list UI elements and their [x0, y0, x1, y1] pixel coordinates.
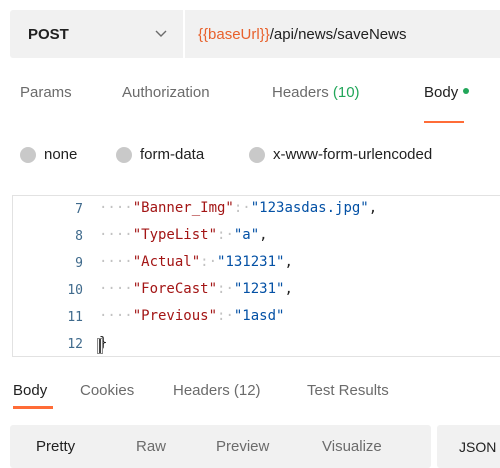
- indent-whitespace: ····: [99, 200, 133, 216]
- tab-body-label: Body: [424, 84, 459, 101]
- url-variable: {{baseUrl}}: [198, 25, 270, 43]
- view-pretty-button[interactable]: Pretty: [36, 425, 75, 468]
- radio-form-data-label: form-data: [140, 146, 205, 163]
- indent-whitespace: ····: [99, 281, 133, 297]
- tab-authorization[interactable]: Authorization: [122, 84, 210, 101]
- active-tab-indicator: [424, 121, 464, 123]
- request-tabs: Params Authorization Headers (10) Body: [0, 84, 500, 124]
- json-punctuation: ,: [284, 281, 293, 297]
- tab-headers-count: (10): [332, 84, 360, 101]
- response-tab-body[interactable]: Body: [13, 382, 47, 399]
- radio-none-label: none: [44, 146, 78, 163]
- view-visualize-button[interactable]: Visualize: [322, 425, 382, 468]
- radio-form-data[interactable]: form-data: [116, 146, 204, 163]
- body-type-options: none form-data x-www-form-urlencoded: [0, 140, 500, 174]
- json-separator: :·: [233, 200, 251, 216]
- code-line: ····"Actual":·"131231",: [99, 254, 293, 270]
- response-tab-headers[interactable]: Headers (12): [173, 382, 261, 399]
- json-key: "ForeCast": [132, 281, 218, 297]
- line-number: 8: [75, 229, 83, 244]
- line-number: 10: [67, 283, 83, 298]
- code-line: ····"ForeCast":·"1231",: [99, 281, 293, 297]
- code-line: ····"Previous":·"1asd": [99, 308, 284, 324]
- line-number: 12: [67, 337, 83, 352]
- code-line: ····"TypeList":·"a",: [99, 227, 268, 243]
- radio-urlencoded[interactable]: x-www-form-urlencoded: [249, 146, 432, 163]
- radio-circle-icon: [116, 146, 132, 163]
- indent-whitespace: ····: [99, 227, 133, 243]
- method-label: POST: [28, 25, 69, 43]
- response-active-tab-indicator: [13, 406, 53, 409]
- radio-none[interactable]: none: [20, 146, 77, 163]
- view-mode-bar: Pretty Raw Preview Visualize: [10, 425, 431, 468]
- line-number: 7: [75, 202, 83, 217]
- line-number-gutter: 7 8 9 10 11 12: [13, 196, 93, 356]
- json-separator: :·: [200, 254, 218, 270]
- request-url-bar: POST {{baseUrl}}/api/news/saveNews: [10, 10, 500, 58]
- json-key: "Banner_Img": [132, 200, 234, 216]
- format-select[interactable]: JSON: [437, 425, 500, 468]
- url-path: /api/news/saveNews: [269, 25, 407, 43]
- radio-circle-icon: [20, 146, 36, 163]
- view-preview-button[interactable]: Preview: [216, 425, 269, 468]
- json-value: "131231": [217, 254, 285, 270]
- body-code-editor[interactable]: 7 8 9 10 11 12 ····"Banner_Img":·"123asd…: [12, 195, 500, 357]
- tab-headers[interactable]: Headers (10): [272, 84, 360, 101]
- response-tabs: Body Cookies Headers (12) Test Results: [0, 378, 500, 410]
- format-label: JSON: [459, 438, 497, 455]
- json-value: "1231": [233, 281, 285, 297]
- json-value: "a": [233, 227, 260, 243]
- indent-whitespace: ····: [99, 254, 133, 270]
- code-line: ····"Banner_Img":·"123asdas.jpg",: [99, 200, 377, 216]
- url-input[interactable]: {{baseUrl}}/api/news/saveNews: [185, 10, 500, 58]
- json-punctuation: ,: [284, 254, 293, 270]
- json-separator: :·: [217, 308, 234, 324]
- indent-whitespace: ····: [99, 308, 133, 324]
- radio-circle-icon: [249, 146, 265, 163]
- line-number: 9: [75, 256, 83, 271]
- json-punctuation: ,: [259, 227, 268, 243]
- json-value: "123asdas.jpg": [250, 200, 369, 216]
- view-raw-button[interactable]: Raw: [136, 425, 166, 468]
- response-tab-cookies[interactable]: Cookies: [80, 382, 134, 399]
- bracket-match-cursor: [97, 338, 103, 354]
- json-key: "Actual": [132, 254, 201, 270]
- json-separator: :·: [217, 281, 234, 297]
- chevron-down-icon: [155, 28, 167, 40]
- tab-headers-label: Headers: [272, 84, 329, 101]
- method-select[interactable]: POST: [10, 10, 183, 58]
- response-tab-test-results[interactable]: Test Results: [307, 382, 389, 399]
- json-key: "TypeList": [132, 227, 218, 243]
- json-separator: :·: [217, 227, 234, 243]
- active-dot-icon: [463, 88, 470, 95]
- radio-urlencoded-label: x-www-form-urlencoded: [273, 146, 433, 163]
- tab-params[interactable]: Params: [20, 84, 72, 101]
- line-number: 11: [67, 310, 83, 325]
- json-punctuation: ,: [368, 200, 378, 216]
- json-value: "1asd": [233, 308, 285, 324]
- json-key: "Previous": [132, 308, 218, 324]
- tab-body[interactable]: Body: [424, 84, 470, 101]
